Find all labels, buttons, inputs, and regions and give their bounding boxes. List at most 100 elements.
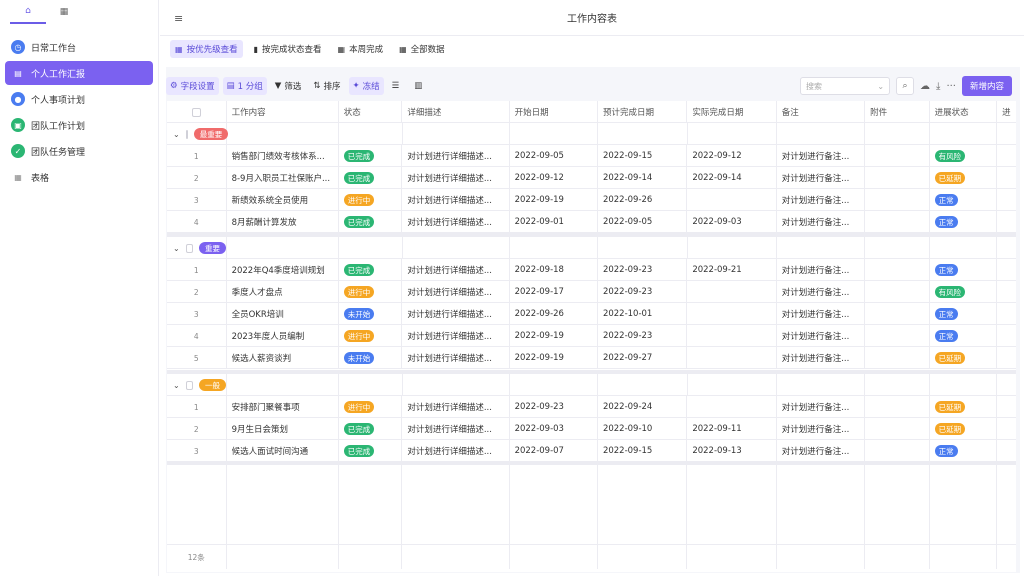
progress-cell: 已延期 xyxy=(930,396,998,418)
view-tab-2[interactable]: ▮ 按完成状态查看 xyxy=(249,40,327,58)
filter-button[interactable]: ▼ 筛选 xyxy=(271,77,306,95)
home-tab[interactable]: ⌂ xyxy=(10,0,46,24)
row-height-icon: ☰ xyxy=(391,81,400,91)
search-input[interactable]: 搜索 ⌄ xyxy=(800,77,891,95)
grid-tab[interactable]: ▦ xyxy=(46,0,82,24)
desc-cell: 对计划进行详细描述... xyxy=(402,418,510,440)
task-cell[interactable]: 候选人面试时间沟通 xyxy=(227,440,339,462)
note-cell: 对计划进行备注... xyxy=(777,167,866,189)
sidebar-item-6[interactable]: ▦ 表格 xyxy=(5,165,153,189)
attachment-cell[interactable] xyxy=(865,211,930,233)
attachment-cell[interactable] xyxy=(865,167,930,189)
table-row: 3 候选人面试时间沟通 已完成 对计划进行详细描述... 2022-09-07 2022-… xyxy=(167,440,1016,462)
sidebar-item-label: 表格 xyxy=(31,173,50,184)
attachment-cell[interactable] xyxy=(865,259,930,281)
freeze-button[interactable]: ✦ 冻结 xyxy=(348,77,384,95)
group-button[interactable]: ▤ 1 分组 xyxy=(222,77,267,95)
attachment-cell[interactable] xyxy=(865,303,930,325)
start-date-cell: 2022-09-12 xyxy=(510,167,598,189)
progress-badge: 正常 xyxy=(934,194,958,206)
select-all-cell[interactable] xyxy=(167,101,227,123)
column-header[interactable]: 进 xyxy=(997,101,1016,123)
footer-cell xyxy=(402,545,510,569)
group-cell xyxy=(598,374,688,396)
sidebar-item-3[interactable]: ● 个人事项计划 xyxy=(5,87,153,111)
field-settings-button[interactable]: ⚙ 字段设置 xyxy=(166,77,219,95)
attachment-cell[interactable] xyxy=(865,396,930,418)
footer-cell xyxy=(865,545,930,569)
status-badge: 未开始 xyxy=(343,352,375,364)
plan-date-cell: 2022-09-15 xyxy=(598,145,688,167)
group-cell xyxy=(510,237,599,259)
sidebar-item-2[interactable]: ▤ 个人工作汇报 xyxy=(5,61,153,85)
task-cell[interactable]: 2023年度人员编制 xyxy=(227,325,339,347)
column-header[interactable]: 实际完成日期 xyxy=(687,101,777,123)
progress-badge: 已延期 xyxy=(934,401,966,413)
task-cell[interactable]: 2022年Q4季度培训规划 xyxy=(227,259,339,281)
view-icon: ▦ xyxy=(399,44,407,54)
task-cell[interactable]: 销售部门绩效考核体系... xyxy=(227,145,339,167)
task-cell[interactable]: 8-9月入职员工社保账户... xyxy=(227,167,339,189)
task-cell[interactable]: 全员OKR培训 xyxy=(227,303,339,325)
group-toggle-cell[interactable]: ⌄ 重要 xyxy=(167,237,227,259)
status-cell: 已完成 xyxy=(339,211,403,233)
upload-icon[interactable]: ☁ xyxy=(920,81,930,92)
column-header[interactable]: 状态 xyxy=(339,101,403,123)
group-checkbox[interactable] xyxy=(185,380,193,390)
group-toggle-cell[interactable]: ⌄ 一般 xyxy=(167,374,227,396)
column-header[interactable]: 开始日期 xyxy=(510,101,598,123)
start-date-cell: 2022-09-17 xyxy=(510,281,598,303)
row-height-button[interactable]: ☰ xyxy=(388,77,407,95)
row-number: 3 xyxy=(167,189,227,211)
group-checkbox[interactable] xyxy=(185,129,188,139)
more-icon[interactable]: ··· xyxy=(946,81,956,92)
task-cell[interactable]: 季度人才盘点 xyxy=(227,281,339,303)
group-toggle-cell[interactable]: ⌄ 最重要 xyxy=(167,123,229,145)
column-header[interactable]: 详细描述 xyxy=(402,101,510,123)
task-cell[interactable]: 安排部门聚餐事项 xyxy=(227,396,339,418)
view-tab-1[interactable]: ▦ 按优先级查看 xyxy=(170,40,243,58)
menu-icon[interactable]: ≡ xyxy=(174,12,183,25)
group-cell xyxy=(997,237,1016,259)
chevron-down-icon[interactable]: ⌄ xyxy=(173,381,180,390)
table-row: 1 安排部门聚餐事项 进行中 对计划进行详细描述... 2022-09-23 2022-0… xyxy=(167,396,1016,418)
chevron-down-icon[interactable]: ⌄ xyxy=(173,244,180,253)
view-tab-3[interactable]: ▦ 本周完成 xyxy=(333,40,389,58)
chart-button[interactable]: ▥ xyxy=(410,77,429,95)
extra-cell xyxy=(997,303,1016,325)
view-tab-4[interactable]: ▦ 全部数据 xyxy=(394,40,450,58)
task-cell[interactable]: 8月薪酬计算发放 xyxy=(227,211,339,233)
sidebar-item-4[interactable]: ▣ 团队工作计划 xyxy=(5,113,153,137)
task-cell[interactable]: 候选人薪资谈判 xyxy=(227,347,339,369)
attachment-cell[interactable] xyxy=(865,347,930,369)
actual-date-cell: 2022-09-11 xyxy=(687,418,777,440)
search-button[interactable]: ⌕ xyxy=(896,77,915,95)
attachment-cell[interactable] xyxy=(865,440,930,462)
add-content-button[interactable]: 新增内容 xyxy=(961,76,1012,96)
group-checkbox[interactable] xyxy=(185,243,193,253)
task-cell[interactable]: 9月生日会策划 xyxy=(227,418,339,440)
download-icon[interactable]: ⤓ xyxy=(936,81,940,92)
attachment-cell[interactable] xyxy=(865,189,930,211)
status-badge: 已完成 xyxy=(343,172,375,184)
task-cell[interactable]: 新绩效系统全员使用 xyxy=(227,189,339,211)
attachment-cell[interactable] xyxy=(865,145,930,167)
table-row: 4 8月薪酬计算发放 已完成 对计划进行详细描述... 2022-09-01 2022-0… xyxy=(167,211,1016,233)
sort-button[interactable]: ⇅ 排序 xyxy=(309,77,344,95)
sidebar-item-1[interactable]: ◷ 日常工作台 xyxy=(5,35,153,59)
column-header[interactable]: 预计完成日期 xyxy=(598,101,688,123)
chevron-down-icon[interactable]: ⌄ xyxy=(173,130,180,139)
column-header[interactable]: 进展状态 xyxy=(930,101,998,123)
column-header[interactable]: 工作内容 xyxy=(227,101,339,123)
column-header[interactable]: 备注 xyxy=(777,101,866,123)
status-badge: 已完成 xyxy=(343,445,375,457)
attachment-cell[interactable] xyxy=(865,325,930,347)
grid-icon: ▦ xyxy=(59,7,69,17)
attachment-cell[interactable] xyxy=(865,281,930,303)
select-all-checkbox[interactable] xyxy=(191,107,201,117)
thumbs-up-icon: ✓ xyxy=(11,144,25,158)
column-header[interactable]: 附件 xyxy=(865,101,930,123)
attachment-cell[interactable] xyxy=(865,418,930,440)
sidebar-item-5[interactable]: ✓ 团队任务管理 xyxy=(5,139,153,163)
progress-cell: 正常 xyxy=(930,325,998,347)
